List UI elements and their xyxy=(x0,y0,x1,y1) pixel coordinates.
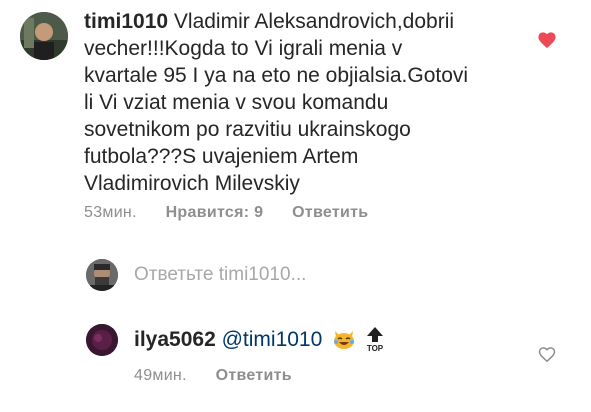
comment-line: sovetnikom po razvitiu ukrainskogo xyxy=(84,118,411,141)
crying-laughing-cat-icon xyxy=(332,328,356,357)
comment-line: timi1010 Vladimir Aleksandrovich,dobrii xyxy=(84,8,554,35)
reply-commenter-avatar[interactable] xyxy=(86,324,118,356)
avatar-image xyxy=(86,324,118,356)
comment-username[interactable]: timi1010 xyxy=(84,10,168,33)
comment-line: vecher!!!Kogda to Vi igrali menia v xyxy=(84,37,403,60)
comment-line: li Vi vziat menia v svou komandu xyxy=(84,91,389,114)
reply-button[interactable]: Ответить xyxy=(292,204,368,221)
comment-line: kvartale 95 I ya na eto ne objialsia.Got… xyxy=(84,64,469,87)
reply-input-placeholder: Ответьте timi1010... xyxy=(134,264,307,285)
reply-mention-link[interactable]: @timi1010 xyxy=(222,328,323,351)
reply-reply-button[interactable]: Ответить xyxy=(216,367,292,384)
avatar-image xyxy=(86,259,118,291)
reply-input[interactable]: Ответьте timi1010... xyxy=(134,264,306,286)
comment-line: Vladimirovich Milevskiy xyxy=(84,172,300,195)
reply-time: 49мин. xyxy=(134,367,187,384)
reply-body: ilya5062 @timi1010 TOP xyxy=(134,326,464,359)
comment-text: Vladimir Aleksandrovich,dobrii xyxy=(173,10,455,33)
top-arrow-icon: TOP xyxy=(364,326,386,359)
reply-like-heart-icon[interactable] xyxy=(538,346,556,363)
reply-username[interactable]: ilya5062 xyxy=(134,328,216,351)
likes-count-button[interactable]: Нравится: 9 xyxy=(166,204,264,221)
comment-meta: 53мин. Нравится: 9 Ответить xyxy=(84,204,392,222)
like-heart-icon[interactable] xyxy=(537,31,557,49)
comment-time: 53мин. xyxy=(84,204,137,221)
avatar-image xyxy=(20,12,68,60)
current-user-avatar xyxy=(86,259,118,291)
comment-body: timi1010 Vladimir Aleksandrovich,dobrii … xyxy=(84,8,554,197)
comment-line: futbola???S uvajeniem Artem xyxy=(84,145,359,168)
svg-text:TOP: TOP xyxy=(367,344,384,352)
reply-meta: 49мин. Ответить xyxy=(134,367,316,385)
commenter-avatar[interactable] xyxy=(20,12,68,60)
